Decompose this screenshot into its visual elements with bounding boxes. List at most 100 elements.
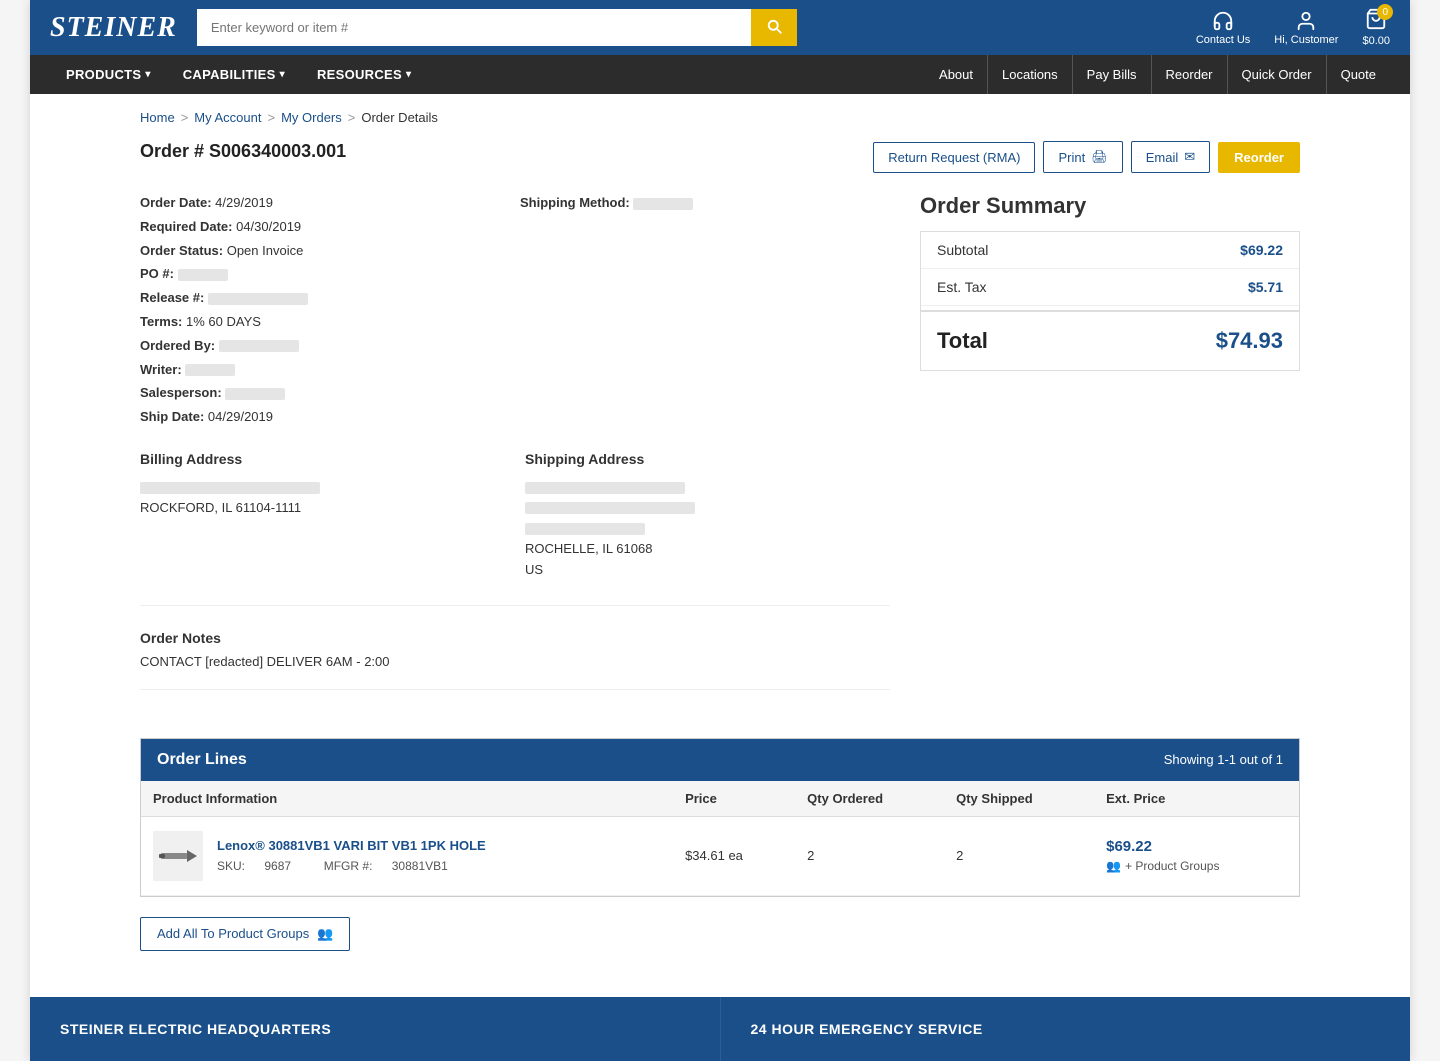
account-label: Hi, Customer (1274, 34, 1338, 46)
subtotal-label: Subtotal (937, 242, 988, 258)
salesperson (225, 388, 285, 400)
footer-emergency: 24 HOUR EMERGENCY SERVICE (721, 997, 1411, 1061)
order-date: 4/29/2019 (215, 195, 273, 210)
breadcrumb-sep3: > (348, 110, 356, 125)
breadcrumb: Home > My Account > My Orders > Order De… (140, 110, 1300, 125)
main-nav: PRODUCTS ▾ CAPABILITIES ▾ RESOURCES ▾ Ab… (30, 55, 1410, 94)
order-lines-header: Order Lines Showing 1-1 out of 1 (141, 739, 1299, 781)
breadcrumb-current: Order Details (361, 110, 438, 125)
order-lines-count: Showing 1-1 out of 1 (1164, 752, 1283, 767)
product-details: Lenox® 30881VB1 VARI BIT VB1 1PK HOLE SK… (217, 838, 486, 873)
products-arrow: ▾ (145, 69, 150, 80)
nav-pay-bills[interactable]: Pay Bills (1072, 55, 1151, 94)
breadcrumb-home[interactable]: Home (140, 110, 175, 125)
product-groups-link[interactable]: 👥 + Product Groups (1106, 859, 1287, 873)
return-request-button[interactable]: Return Request (RMA) (873, 142, 1035, 173)
product-info-cell: Lenox® 30881VB1 VARI BIT VB1 1PK HOLE SK… (141, 816, 673, 895)
search-input[interactable] (197, 9, 751, 46)
order-lines-table: Product Information Price Qty Ordered Qt… (141, 781, 1299, 896)
tax-value: $5.71 (1248, 279, 1283, 295)
ext-price-cell: $69.22 👥 + Product Groups (1094, 816, 1299, 895)
addresses: Billing Address ROCKFORD, IL 61104-1111 … (140, 451, 890, 606)
contact-label: Contact Us (1196, 34, 1250, 46)
print-button[interactable]: Print 🖨 (1043, 141, 1122, 173)
col-qty-ordered: Qty Ordered (795, 781, 944, 817)
nav-quote[interactable]: Quote (1326, 55, 1390, 94)
shipping-method (633, 198, 693, 210)
breadcrumb-sep1: > (181, 110, 189, 125)
shipping-line3 (525, 523, 645, 535)
ship-date: 04/29/2019 (208, 409, 273, 424)
col-qty-shipped: Qty Shipped (944, 781, 1094, 817)
ordered-by (219, 340, 299, 352)
billing-address: Billing Address ROCKFORD, IL 61104-1111 (140, 451, 505, 581)
product-meta: SKU: 9687 MFGR #: 30881VB1 (217, 859, 486, 873)
search-button[interactable] (751, 9, 797, 46)
nav-locations[interactable]: Locations (987, 55, 1072, 94)
order-notes-text: CONTACT [redacted] DELIVER 6AM - 2:00 (140, 654, 890, 669)
headset-icon (1212, 10, 1234, 32)
product-image (153, 831, 203, 881)
release-number (208, 293, 308, 305)
account-link[interactable]: Hi, Customer (1274, 10, 1338, 46)
tax-row: Est. Tax $5.71 (921, 269, 1299, 306)
po-number (178, 269, 228, 281)
sku-label: SKU: (217, 859, 245, 873)
order-status: Open Invoice (227, 243, 304, 258)
order-lines-section: Order Lines Showing 1-1 out of 1 Product… (140, 738, 1300, 897)
nav-reorder[interactable]: Reorder (1151, 55, 1227, 94)
nav-capabilities[interactable]: CAPABILITIES ▾ (167, 55, 301, 94)
order-info-right: Shipping Method: (520, 193, 890, 431)
nav-about[interactable]: About (925, 55, 987, 94)
footer-emergency-title: 24 HOUR EMERGENCY SERVICE (751, 1021, 1381, 1037)
account-icon (1295, 10, 1317, 32)
contact-us-link[interactable]: Contact Us (1196, 10, 1250, 46)
cart-link[interactable]: 0 $0.00 (1362, 8, 1390, 47)
resources-arrow: ▾ (406, 69, 411, 80)
total-label: Total (937, 328, 988, 354)
order-header: Order # S006340003.001 Return Request (R… (140, 141, 1300, 173)
product-name-link[interactable]: Lenox® 30881VB1 VARI BIT VB1 1PK HOLE (217, 838, 486, 853)
add-all-product-groups-button[interactable]: Add All To Product Groups 👥 (140, 917, 350, 951)
site-logo[interactable]: SteineR (50, 12, 177, 44)
table-header-row: Product Information Price Qty Ordered Qt… (141, 781, 1299, 817)
mfgr-value: 30881VB1 (392, 859, 448, 873)
shipping-line2 (525, 502, 695, 514)
col-ext-price: Ext. Price (1094, 781, 1299, 817)
price-cell: $34.61 ea (673, 816, 795, 895)
subtotal-value: $69.22 (1240, 242, 1283, 258)
nav-quick-order[interactable]: Quick Order (1227, 55, 1326, 94)
order-number: Order # S006340003.001 (140, 141, 346, 162)
shipping-line1 (525, 482, 685, 494)
product-thumbnail (159, 837, 197, 875)
capabilities-arrow: ▾ (280, 69, 285, 80)
breadcrumb-my-orders[interactable]: My Orders (281, 110, 342, 125)
email-icon: ✉ (1184, 149, 1195, 165)
tax-label: Est. Tax (937, 279, 987, 295)
col-price: Price (673, 781, 795, 817)
nav-products[interactable]: PRODUCTS ▾ (50, 55, 167, 94)
billing-line1 (140, 482, 320, 494)
required-date: 04/30/2019 (236, 219, 301, 234)
breadcrumb-sep2: > (267, 110, 275, 125)
footer: STEINER ELECTRIC HEADQUARTERS 24 HOUR EM… (30, 997, 1410, 1061)
print-icon: 🖨 (1091, 149, 1108, 165)
product-cell: Lenox® 30881VB1 VARI BIT VB1 1PK HOLE SK… (153, 831, 661, 881)
order-details: Order Date: 4/29/2019 Required Date: 04/… (140, 193, 890, 714)
footer-headquarters: STEINER ELECTRIC HEADQUARTERS (30, 997, 721, 1061)
mfgr-label: MFGR #: (324, 859, 373, 873)
nav-resources[interactable]: RESOURCES ▾ (301, 55, 427, 94)
writer (185, 364, 235, 376)
breadcrumb-my-account[interactable]: My Account (194, 110, 261, 125)
cart-total: $0.00 (1362, 35, 1390, 47)
qty-ordered-cell: 2 (795, 816, 944, 895)
product-groups-btn-icon: 👥 (317, 926, 333, 942)
order-info-left: Order Date: 4/29/2019 Required Date: 04/… (140, 193, 510, 431)
nav-left: PRODUCTS ▾ CAPABILITIES ▾ RESOURCES ▾ (50, 55, 427, 94)
order-summary-box: Subtotal $69.22 Est. Tax $5.71 Total $74… (920, 231, 1300, 371)
total-value: $74.93 (1216, 328, 1283, 354)
product-groups-icon: 👥 (1106, 859, 1121, 873)
email-button[interactable]: Email ✉ (1131, 141, 1210, 173)
order-actions: Return Request (RMA) Print 🖨 Email ✉ Reo… (873, 141, 1300, 173)
reorder-button[interactable]: Reorder (1218, 142, 1300, 173)
